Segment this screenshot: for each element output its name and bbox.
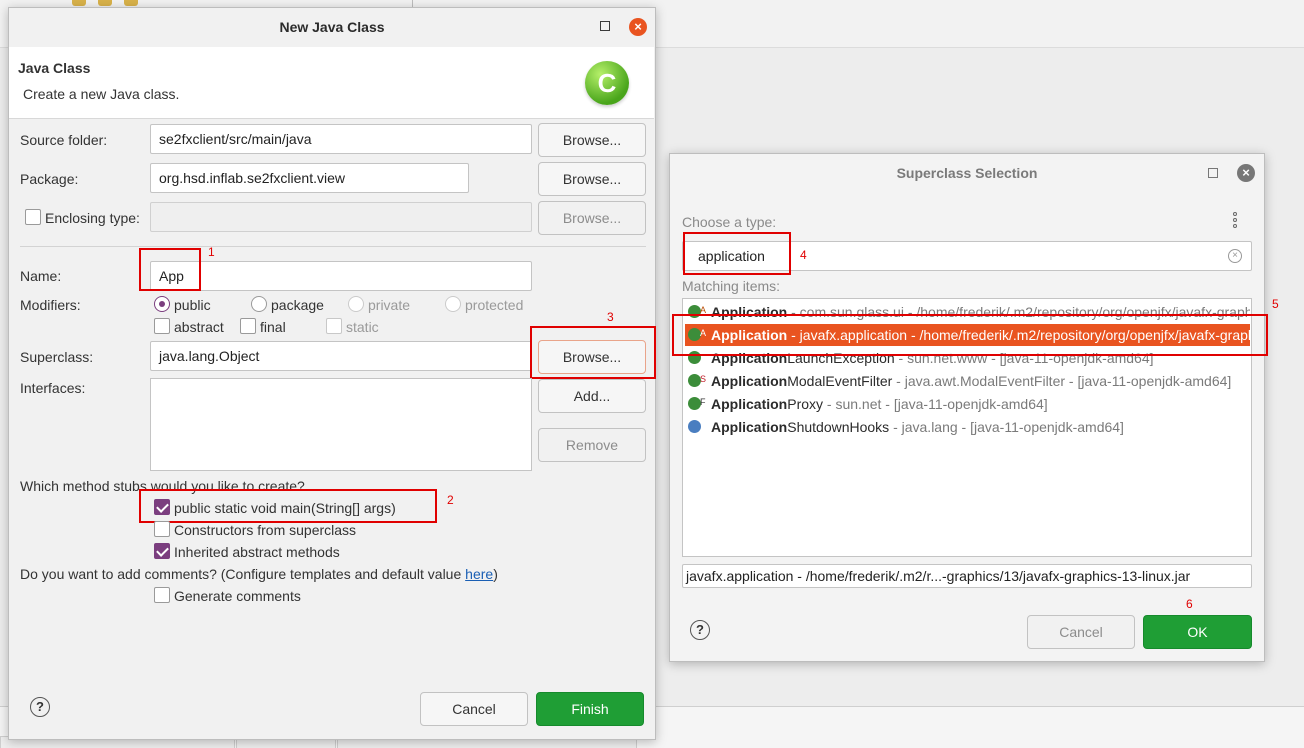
item-name-bold: Application bbox=[711, 419, 788, 435]
more-options-icon[interactable] bbox=[1233, 212, 1237, 228]
annotation-box-2 bbox=[139, 489, 437, 523]
interfaces-add-button[interactable]: Add... bbox=[538, 379, 646, 413]
name-field[interactable]: App bbox=[150, 261, 532, 291]
stub-inherited-label: Inherited abstract methods bbox=[174, 544, 340, 560]
enclosing-type-browse-button[interactable]: Browse... bbox=[538, 201, 646, 235]
list-item[interactable]: S ApplicationModalEventFilter - java.awt… bbox=[685, 370, 1250, 392]
interfaces-list[interactable] bbox=[150, 378, 532, 471]
matching-items-label: Matching items: bbox=[682, 278, 781, 294]
annotation-number-1: 1 bbox=[208, 245, 215, 259]
item-name-bold: Application bbox=[711, 396, 788, 412]
comments-question-text: Do you want to add comments? (Configure … bbox=[20, 566, 466, 582]
modifier-abstract-checkbox[interactable] bbox=[154, 318, 170, 334]
stub-constructors-checkbox[interactable] bbox=[154, 521, 170, 537]
interfaces-remove-button[interactable]: Remove bbox=[538, 428, 646, 462]
separator bbox=[20, 246, 646, 247]
superclass-label: Superclass: bbox=[20, 349, 94, 365]
annotation-number-5: 5 bbox=[1272, 297, 1279, 311]
source-folder-field[interactable]: se2fxclient/src/main/java bbox=[150, 124, 532, 154]
cancel-button[interactable]: Cancel bbox=[420, 692, 528, 726]
superclass-selection-dialog: Superclass Selection × Choose a type: ap… bbox=[669, 153, 1279, 662]
modifier-public-radio[interactable] bbox=[154, 296, 170, 312]
help-icon[interactable]: ? bbox=[690, 620, 710, 640]
dialog-title: Superclass Selection bbox=[896, 165, 1038, 181]
package-field[interactable]: org.hsd.inflab.se2fxclient.view bbox=[150, 163, 469, 193]
java-class-logo-icon: C bbox=[585, 61, 629, 105]
modifier-package-radio[interactable] bbox=[251, 296, 267, 312]
close-icon[interactable]: × bbox=[629, 18, 647, 36]
clear-search-icon[interactable]: × bbox=[1228, 249, 1242, 263]
superclass-field[interactable]: java.lang.Object bbox=[150, 341, 532, 371]
maximize-icon[interactable] bbox=[1208, 168, 1218, 178]
item-name-rest: ShutdownHooks bbox=[787, 419, 890, 435]
list-item[interactable]: F ApplicationProxy - sun.net - [java-11-… bbox=[685, 393, 1250, 415]
annotation-box-3 bbox=[530, 326, 656, 379]
annotation-box-4 bbox=[683, 232, 791, 275]
enclosing-type-label: Enclosing type: bbox=[45, 210, 140, 226]
dialog-title: New Java Class bbox=[279, 19, 385, 35]
cancel-button[interactable]: Cancel bbox=[1027, 615, 1135, 649]
item-name-rest: ModalEventFilter bbox=[787, 373, 893, 389]
item-qualifier: - sun.net - [java-11-openjdk-amd64] bbox=[823, 396, 1048, 412]
new-java-class-dialog: New Java Class × Java Class Create a new… bbox=[8, 7, 656, 740]
annotation-number-3: 3 bbox=[607, 310, 614, 324]
annotation-number-6: 6 bbox=[1186, 597, 1193, 611]
comments-question-end: ) bbox=[493, 566, 498, 582]
wizard-description: Create a new Java class. bbox=[23, 86, 180, 102]
annotation-box-5 bbox=[672, 314, 1268, 356]
modifier-private-radio[interactable] bbox=[348, 296, 364, 312]
annotation-number-4: 4 bbox=[800, 248, 807, 262]
item-name-rest: Proxy bbox=[787, 396, 824, 412]
stub-constructors-label: Constructors from superclass bbox=[174, 522, 357, 538]
enclosing-type-checkbox[interactable] bbox=[25, 209, 41, 225]
modifier-static-label: static bbox=[346, 319, 379, 335]
generate-comments-checkbox[interactable] bbox=[154, 587, 170, 603]
wizard-header: Java Class Create a new Java class. C bbox=[9, 47, 654, 119]
ok-button[interactable]: OK bbox=[1143, 615, 1252, 649]
item-qualifier: - java.lang - [java-11-openjdk-amd64] bbox=[889, 419, 1124, 435]
modifier-abstract-label: abstract bbox=[174, 319, 224, 335]
source-folder-browse-button[interactable]: Browse... bbox=[538, 123, 646, 157]
help-icon[interactable]: ? bbox=[30, 697, 50, 717]
configure-templates-link[interactable]: here bbox=[465, 566, 493, 582]
name-label: Name: bbox=[20, 268, 62, 284]
comments-question: Do you want to add comments? (Configure … bbox=[20, 566, 498, 582]
folder-icon[interactable] bbox=[124, 0, 138, 6]
modifier-protected-radio[interactable] bbox=[445, 296, 461, 312]
annotation-box-1 bbox=[139, 248, 201, 291]
class-icon bbox=[688, 420, 701, 433]
modifier-protected-label: protected bbox=[465, 297, 524, 313]
package-label: Package: bbox=[20, 171, 79, 187]
modifiers-label: Modifiers: bbox=[20, 297, 81, 313]
item-qualifier: - java.awt.ModalEventFilter - [java-11-o… bbox=[892, 373, 1232, 389]
folder-icon[interactable] bbox=[98, 0, 112, 6]
folder-icon[interactable] bbox=[72, 0, 86, 6]
final-overlay-icon: F bbox=[700, 397, 706, 407]
static-overlay-icon: S bbox=[700, 374, 707, 384]
modifier-public-label: public bbox=[174, 297, 211, 313]
choose-type-label: Choose a type: bbox=[682, 214, 777, 230]
list-item[interactable]: ApplicationShutdownHooks - java.lang - [… bbox=[685, 416, 1250, 438]
modifier-static-checkbox[interactable] bbox=[326, 318, 342, 334]
package-browse-button[interactable]: Browse... bbox=[538, 162, 646, 196]
generate-comments-label: Generate comments bbox=[174, 588, 301, 604]
wizard-title: Java Class bbox=[18, 60, 91, 76]
source-folder-label: Source folder: bbox=[20, 132, 108, 148]
modifier-package-label: package bbox=[271, 297, 324, 313]
enclosing-type-field bbox=[150, 202, 532, 232]
close-icon[interactable]: × bbox=[1237, 164, 1255, 182]
item-name-bold: Application bbox=[711, 373, 788, 389]
stub-inherited-checkbox[interactable] bbox=[154, 543, 170, 559]
modifier-final-label: final bbox=[260, 319, 286, 335]
interfaces-label: Interfaces: bbox=[20, 380, 86, 396]
modifier-final-checkbox[interactable] bbox=[240, 318, 256, 334]
annotation-number-2: 2 bbox=[447, 493, 454, 507]
modifier-private-label: private bbox=[368, 297, 411, 313]
selected-type-path: javafx.application - /home/frederik/.m2/… bbox=[682, 564, 1252, 588]
finish-button[interactable]: Finish bbox=[536, 692, 644, 726]
maximize-icon[interactable] bbox=[600, 21, 610, 31]
